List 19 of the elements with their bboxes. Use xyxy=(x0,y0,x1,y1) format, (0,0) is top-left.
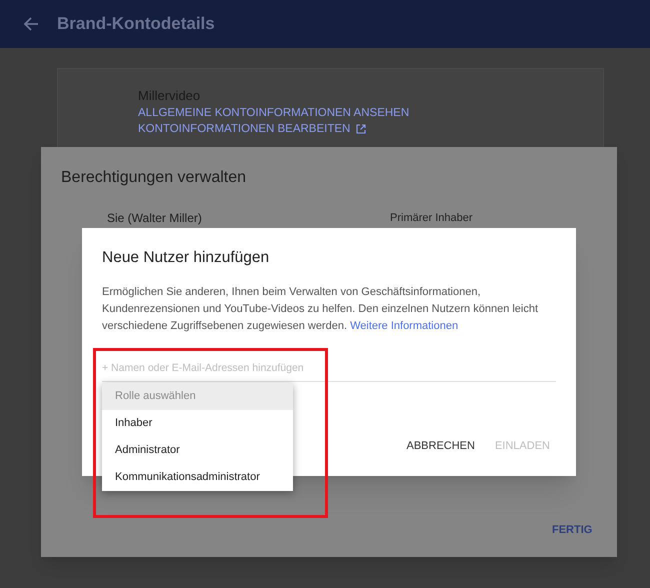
cancel-button[interactable]: ABBRECHEN xyxy=(400,436,481,456)
dialog-title: Neue Nutzer hinzufügen xyxy=(102,248,270,268)
done-button[interactable]: FERTIG xyxy=(546,520,598,540)
menu-item[interactable]: Kommunikationsadministrator xyxy=(102,464,293,491)
email-input-field[interactable]: + Namen oder E-Mail-Adressen hinzufügen xyxy=(102,354,556,382)
page-title: Brand-Kontodetails xyxy=(57,13,215,36)
account-link[interactable]: ALLGEMEINE KONTOINFORMATIONEN ANSEHEN xyxy=(138,105,410,121)
menu-item[interactable]: Administrator xyxy=(102,437,293,464)
back-button[interactable] xyxy=(22,15,40,33)
menu-item[interactable]: Rolle auswählen xyxy=(102,383,293,410)
account-link[interactable]: KONTOINFORMATIONEN BEARBEITEN xyxy=(138,121,366,137)
user-name: Sie (Walter Miller) xyxy=(107,211,202,225)
external-link-icon xyxy=(356,124,366,134)
back-arrow-icon xyxy=(23,16,39,32)
user-role: Primärer Inhaber xyxy=(390,212,473,225)
dialog-title: Berechtigungen verwalten xyxy=(61,168,246,188)
more-info-link[interactable]: Weitere Informationen xyxy=(350,320,458,332)
description-text: Ermöglichen Sie anderen, Ihnen beim Verwalten von Geschäftsinformationen, Kundenrezensionen und YouTube-Videos zu helfen. Den einzelnen Nutzern können leicht verschiedene Zugriffsebenen zugewiesen werden. Weitere Informationen xyxy=(102,285,540,334)
menu-item[interactable]: Inhaber xyxy=(102,410,293,437)
